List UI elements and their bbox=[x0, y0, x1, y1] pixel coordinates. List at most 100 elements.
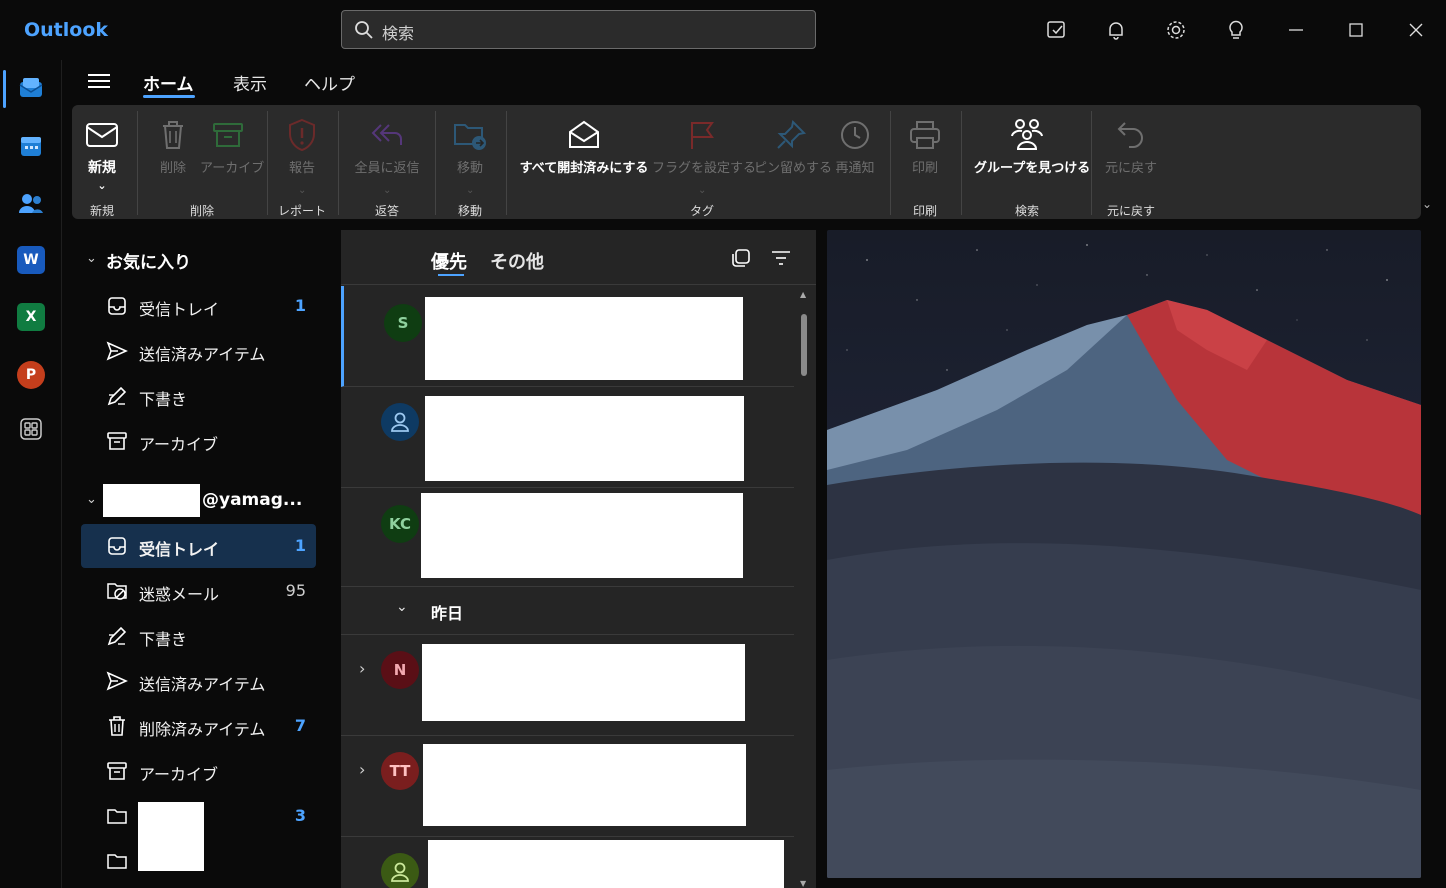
favorites-header[interactable]: お気に入り bbox=[106, 248, 191, 273]
mark-all-read-button[interactable]: すべて開封済みにする bbox=[518, 113, 650, 176]
tab-other[interactable]: その他 bbox=[490, 248, 544, 274]
new-mail-label: 新規 bbox=[88, 160, 116, 176]
print-button[interactable]: 印刷 bbox=[904, 113, 946, 176]
folder-label: 受信トレイ bbox=[139, 300, 220, 319]
close-icon[interactable] bbox=[1404, 18, 1428, 42]
delete-button[interactable]: 削除 bbox=[154, 113, 192, 176]
message-row[interactable]: › TT bbox=[341, 736, 794, 837]
trash-icon bbox=[106, 715, 128, 737]
hamburger-menu-icon[interactable] bbox=[88, 70, 110, 92]
account-inbox[interactable]: 受信トレイ 1 bbox=[81, 524, 316, 568]
message-row[interactable] bbox=[341, 837, 794, 888]
avatar-initials: KC bbox=[389, 515, 411, 533]
favorite-drafts[interactable]: 下書き bbox=[81, 374, 316, 418]
chevron-right-icon[interactable]: › bbox=[359, 760, 365, 779]
powerpoint-icon[interactable]: P bbox=[17, 361, 45, 389]
account-archive[interactable]: アーカイブ bbox=[81, 749, 316, 793]
archive-button[interactable]: アーカイブ bbox=[200, 113, 264, 176]
group-report-label: レポート bbox=[277, 204, 326, 218]
chevron-down-icon[interactable]: ⌄ bbox=[298, 185, 306, 196]
trash-icon bbox=[154, 113, 192, 157]
send-icon bbox=[106, 670, 128, 692]
search-placeholder[interactable]: 検索 bbox=[382, 20, 414, 44]
chevron-down-icon[interactable]: ⌄ bbox=[383, 185, 391, 196]
draft-icon bbox=[106, 625, 128, 647]
search-box[interactable]: 検索 bbox=[341, 10, 816, 49]
undo-button[interactable]: 元に戻す bbox=[1102, 113, 1160, 176]
folder-label: 迷惑メール bbox=[139, 585, 220, 604]
favorite-archive[interactable]: アーカイブ bbox=[81, 419, 316, 463]
flag-label: フラグを設定する bbox=[652, 161, 757, 176]
tab-focused[interactable]: 優先 bbox=[431, 248, 467, 274]
tab-view[interactable]: 表示 bbox=[233, 70, 267, 95]
account-sent[interactable]: 送信済みアイテム bbox=[81, 659, 316, 703]
bell-icon[interactable] bbox=[1104, 18, 1128, 42]
account-deleted[interactable]: 削除済みアイテム 7 bbox=[81, 704, 316, 748]
gear-icon[interactable] bbox=[1164, 18, 1188, 42]
scroll-down-arrow-icon[interactable]: ▼ bbox=[800, 879, 806, 888]
word-icon[interactable]: W bbox=[17, 246, 45, 274]
favorite-sent[interactable]: 送信済みアイテム bbox=[81, 329, 316, 373]
tab-home-indicator bbox=[143, 95, 195, 98]
group-respond-label: 返答 bbox=[374, 204, 399, 218]
unread-count: 7 bbox=[294, 716, 306, 735]
chevron-down-icon[interactable]: ⌄ bbox=[86, 251, 97, 266]
filter-icon[interactable] bbox=[771, 250, 791, 270]
ribbon: 新規 ⌄ 新規 削除 アーカイブ 削除 報告 ⌄ レポート 全員に返信 ⌄ 返答… bbox=[72, 105, 1421, 219]
ribbon-separator bbox=[137, 111, 138, 215]
chevron-down-icon[interactable]: ⌄ bbox=[86, 492, 97, 507]
chevron-down-icon[interactable]: ⌄ bbox=[396, 599, 408, 615]
chevron-down-icon[interactable]: ⌄ bbox=[80, 179, 124, 192]
new-mail-button[interactable]: 新規 ⌄ bbox=[80, 113, 124, 192]
undo-label: 元に戻す bbox=[1104, 161, 1157, 176]
message-row[interactable]: S bbox=[341, 286, 794, 387]
account-junk[interactable]: 迷惑メール 95 bbox=[81, 569, 316, 613]
reading-pane-background bbox=[827, 230, 1421, 878]
scroll-thumb[interactable] bbox=[801, 314, 807, 376]
reply-all-label: 全員に返信 bbox=[354, 161, 420, 176]
find-groups-button[interactable]: グループを見つける bbox=[974, 113, 1090, 176]
tab-home[interactable]: ホーム bbox=[143, 70, 194, 95]
message-row[interactable] bbox=[341, 387, 794, 488]
folder-pane: ⌄ お気に入り 受信トレイ 1 送信済みアイテム 下書き アーカイブ ⌄ @ya… bbox=[62, 220, 332, 888]
section-header-yesterday[interactable]: ⌄ 昨日 bbox=[341, 587, 794, 635]
flag-button[interactable]: フラグを設定する ⌄ bbox=[652, 113, 757, 196]
message-row[interactable]: KC bbox=[341, 488, 794, 587]
pin-button[interactable]: ピン留めする bbox=[754, 113, 832, 176]
group-print-label: 印刷 bbox=[912, 204, 937, 218]
account-header[interactable]: @yamag... bbox=[202, 490, 302, 510]
send-icon bbox=[106, 340, 128, 362]
maximize-icon[interactable] bbox=[1344, 18, 1368, 42]
report-button[interactable]: 報告 ⌄ bbox=[282, 113, 322, 196]
people-icon[interactable] bbox=[17, 189, 45, 217]
message-list-scrollbar[interactable]: ▲ ▼ bbox=[799, 290, 809, 888]
minimize-icon[interactable] bbox=[1284, 18, 1308, 42]
excel-icon[interactable]: X bbox=[17, 303, 45, 331]
chevron-right-icon[interactable]: › bbox=[359, 659, 365, 678]
scroll-up-arrow-icon[interactable]: ▲ bbox=[800, 290, 806, 299]
select-mode-icon[interactable] bbox=[731, 248, 751, 272]
ribbon-collapse-chevron-icon[interactable]: ⌄ bbox=[1422, 197, 1432, 211]
mountain-landscape-image bbox=[827, 244, 1421, 878]
rail-active-indicator bbox=[3, 70, 6, 108]
mail-icon[interactable] bbox=[17, 74, 45, 102]
compose-note-icon[interactable] bbox=[1045, 18, 1069, 42]
favorite-inbox[interactable]: 受信トレイ 1 bbox=[81, 284, 316, 328]
move-button[interactable]: 移動 ⌄ bbox=[450, 113, 490, 196]
section-title: 昨日 bbox=[431, 604, 464, 623]
group-move-label: 移動 bbox=[457, 204, 482, 218]
lightbulb-icon[interactable] bbox=[1224, 18, 1248, 42]
apps-icon[interactable] bbox=[17, 415, 45, 443]
ribbon-separator bbox=[338, 111, 339, 215]
snooze-button[interactable]: 再通知 bbox=[832, 113, 878, 176]
avatar-initials: S bbox=[397, 314, 409, 332]
search-icon bbox=[354, 20, 374, 44]
chevron-down-icon[interactable]: ⌄ bbox=[466, 185, 474, 196]
message-row[interactable]: › N bbox=[341, 635, 794, 736]
account-drafts[interactable]: 下書き bbox=[81, 614, 316, 658]
calendar-icon[interactable] bbox=[17, 132, 45, 160]
tab-help[interactable]: ヘルプ bbox=[304, 70, 355, 95]
person-icon bbox=[391, 862, 409, 882]
reply-all-button[interactable]: 全員に返信 ⌄ bbox=[350, 113, 424, 196]
chevron-down-icon[interactable]: ⌄ bbox=[698, 185, 706, 196]
